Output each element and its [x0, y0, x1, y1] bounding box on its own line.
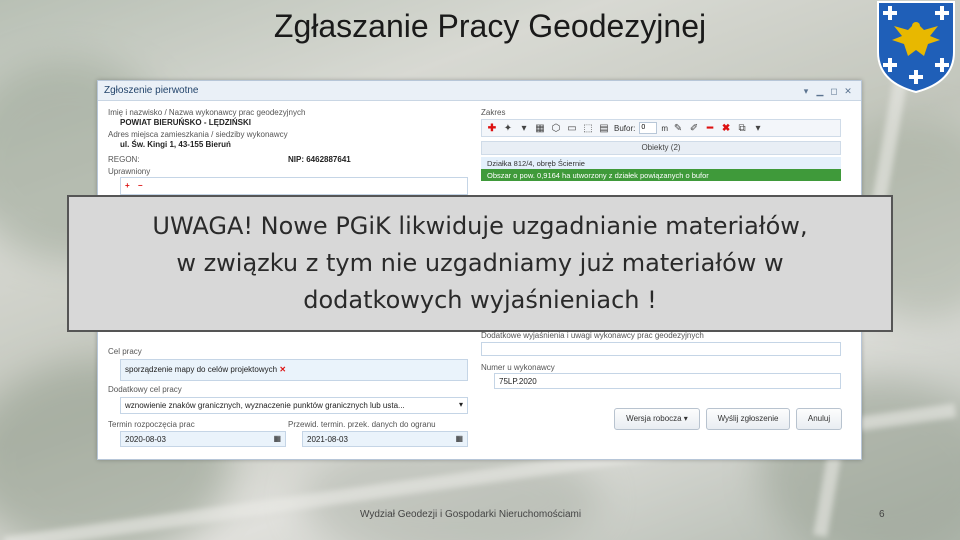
start-date-field[interactable]: 2020-08-03 ▦ — [120, 431, 286, 447]
collapse-icon[interactable]: ▾ — [799, 85, 813, 97]
buffer-input[interactable]: 0 — [639, 122, 658, 134]
dropdown-icon[interactable]: ▾ — [518, 123, 530, 134]
minimize-icon[interactable]: ▁ — [813, 85, 827, 97]
options-icon[interactable]: ▾ — [752, 123, 764, 134]
contractor-number-label: Numer u wykonawcy — [481, 363, 555, 372]
contractor-label: Imię i nazwisko / Nazwa wykonawcy prac g… — [108, 108, 306, 117]
calendar-icon[interactable]: ▦ — [455, 434, 463, 443]
page-number: 6 — [879, 509, 885, 520]
close-icon[interactable]: ✕ — [841, 85, 855, 97]
address-value: ul. Św. Kingi 1, 43-155 Bieruń — [120, 140, 231, 149]
draft-button[interactable]: Wersja robocza ▾ — [614, 408, 700, 430]
warning-line-3: dodatkowych wyjaśnieniach ! — [303, 286, 657, 314]
purpose-value: sporządzenie mapy do celów projektowych — [125, 365, 278, 374]
contractor-number-field[interactable]: 75LP.2020 — [494, 373, 841, 389]
notes-field[interactable] — [481, 342, 841, 356]
regon-label: REGON: — [108, 155, 140, 164]
slide-title: Zgłaszanie Pracy Geodezyjnej — [273, 8, 707, 44]
polygon-icon[interactable]: ⬡ — [550, 123, 562, 134]
send-button[interactable]: Wyślij zgłoszenie — [706, 408, 790, 430]
purpose-label: Cel pracy — [108, 347, 142, 356]
additional-purpose-label: Dodatkowy cel pracy — [108, 385, 182, 394]
additional-purpose-select[interactable]: wznowienie znaków granicznych, wyznaczen… — [120, 397, 468, 414]
edit-icon[interactable]: ✎ — [672, 123, 684, 134]
remove-purpose-icon[interactable]: ✕ — [279, 365, 286, 374]
object-row-selected[interactable]: Obszar o pow. 0,9164 ha utworzony z dzia… — [481, 169, 841, 181]
buffer-unit: m — [661, 123, 669, 133]
buffer-label: Bufor: — [614, 123, 636, 133]
select-icon[interactable]: ⬚ — [582, 123, 594, 134]
cancel-button[interactable]: Anuluj — [796, 408, 842, 430]
additional-purpose-value: wznowienie znaków granicznych, wyznaczen… — [125, 401, 405, 410]
calendar-icon[interactable]: ▦ — [273, 434, 281, 443]
scope-toolbar: ✚ ✦ ▾ ▦ ⬡ ▭ ⬚ ▤ Bufor: 0 m ✎ ✐ ━ ✖ ⧉ ▾ — [481, 119, 841, 137]
remove-icon[interactable]: ━ — [704, 123, 716, 134]
maximize-icon[interactable]: ◻ — [827, 85, 841, 97]
slide-footer: Wydział Geodezji i Gospodarki Nieruchomo… — [360, 509, 582, 520]
contractor-value: POWIAT BIERUŃSKO - LĘDZIŃSKI — [120, 118, 251, 127]
contractor-number-value: 75LP.2020 — [499, 377, 537, 386]
eagle-crest — [877, 1, 955, 94]
object-row[interactable]: Działka 812/4, obręb Ściernie — [481, 157, 841, 169]
pin-icon[interactable]: ✦ — [502, 123, 514, 134]
purpose-field[interactable]: sporządzenie mapy do celów projektowych … — [120, 359, 468, 381]
end-date-value: 2021-08-03 — [307, 435, 348, 444]
dropdown-icon[interactable]: ▾ — [459, 400, 463, 409]
end-date-label: Przewid. termin. przek. danych do ogranu — [288, 420, 436, 429]
warning-line-1: UWAGA! Nowe PGiK likwiduje uzgadnianie m… — [152, 212, 808, 240]
end-date-field[interactable]: 2021-08-03 ▦ — [302, 431, 468, 447]
close-icon[interactable]: ✖ — [720, 123, 732, 134]
export-icon[interactable]: ⧉ — [736, 123, 748, 134]
nip-label: NIP: 6462887641 — [288, 155, 351, 164]
grid-add-icon[interactable]: ▦ — [534, 123, 546, 134]
start-date-value: 2020-08-03 — [125, 435, 166, 444]
remove-permission-icon[interactable]: − — [138, 181, 143, 190]
objects-header: Obiekty (2) — [481, 141, 841, 155]
scope-label: Zakres — [481, 108, 506, 117]
start-date-label: Termin rozpoczęcia prac — [108, 420, 195, 429]
address-label: Adres miejsca zamieszkania / siedziby wy… — [108, 130, 288, 139]
warning-line-2: w związku z tym nie uzgadniamy już mater… — [176, 249, 784, 277]
window-titlebar: Zgłoszenie pierwotne ▾ ▁ ◻ ✕ — [98, 81, 861, 101]
add-permission-icon[interactable]: + — [125, 181, 130, 190]
warning-banner: UWAGA! Nowe PGiK likwiduje uzgadnianie m… — [67, 195, 893, 332]
edit-shape-icon[interactable]: ✐ — [688, 123, 700, 134]
window-title: Zgłoszenie pierwotne — [104, 85, 199, 96]
permissions-label: Uprawniony — [108, 167, 151, 176]
notes-label: Dodatkowe wyjaśnienia i uwagi wykonawcy … — [481, 331, 704, 340]
shape-icon[interactable]: ▭ — [566, 123, 578, 134]
add-icon[interactable]: ✚ — [486, 123, 498, 134]
layers-icon[interactable]: ▤ — [598, 123, 610, 134]
permissions-list[interactable]: + − — [120, 177, 468, 195]
